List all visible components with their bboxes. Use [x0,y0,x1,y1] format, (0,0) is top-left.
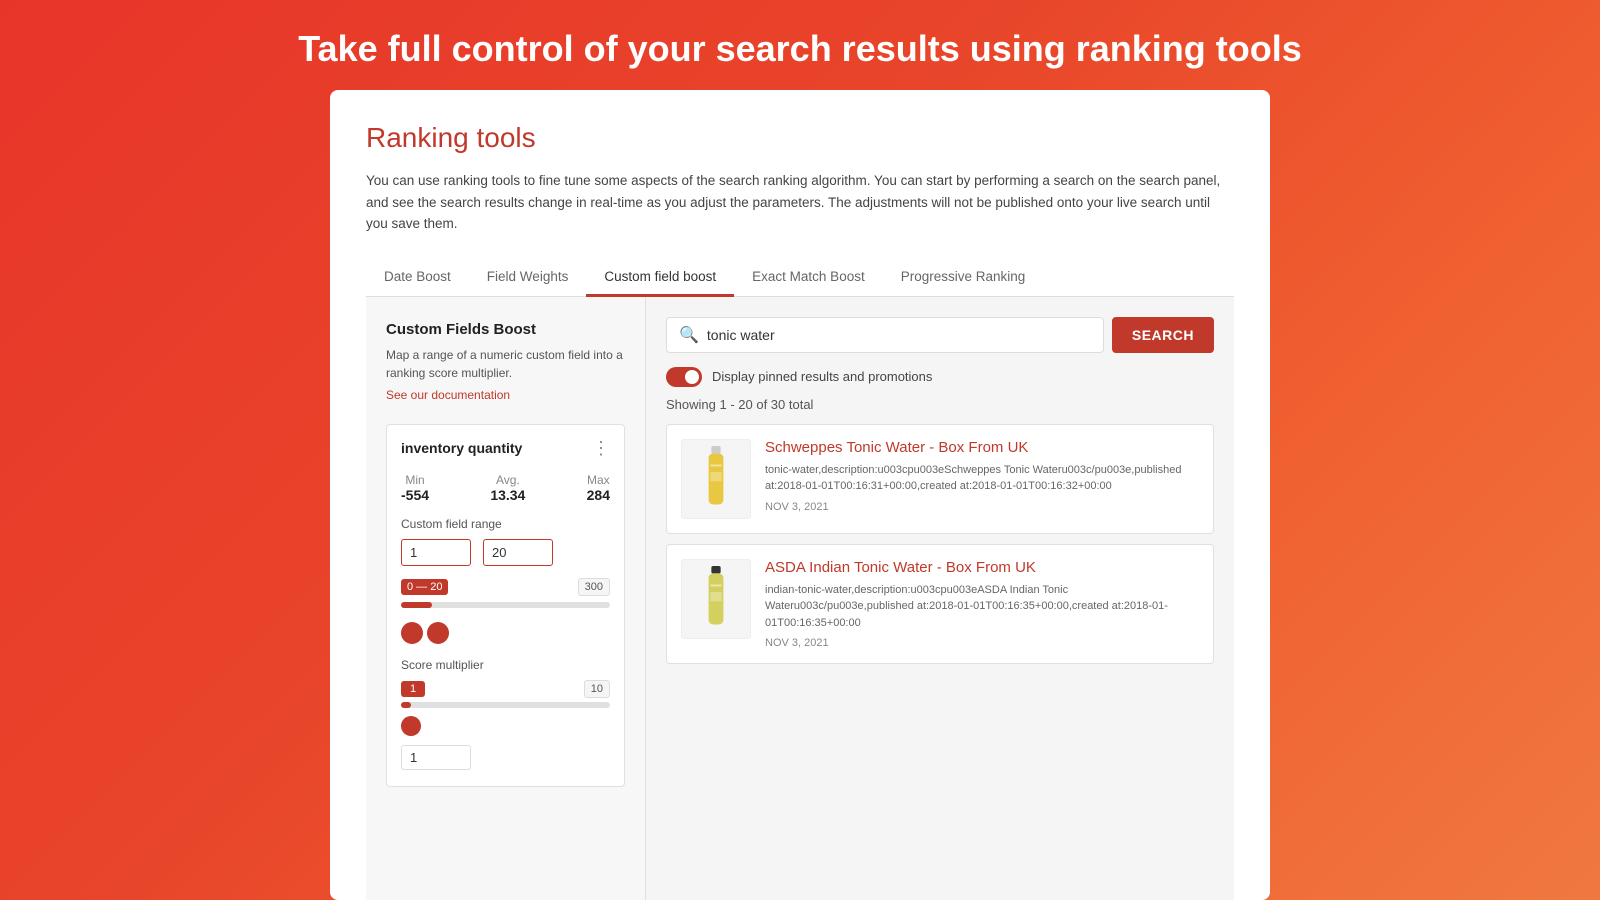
result-date: NOV 3, 2021 [765,501,1199,513]
multiplier-thumb[interactable] [401,716,421,736]
range-display: 0 — 20 300 [401,578,610,596]
result-content: ASDA Indian Tonic Water - Box From UK in… [765,559,1199,650]
range-label: Custom field range [401,517,610,531]
tabs-bar: Date Boost Field Weights Custom field bo… [366,259,1234,297]
stat-min-label: Min [401,473,429,487]
search-button[interactable]: SEARCH [1112,317,1214,353]
stat-avg: Avg. 13.34 [490,473,525,503]
result-image [681,439,751,519]
ranking-title: Ranking tools [366,122,1234,154]
slider-thumb-right[interactable] [427,622,449,644]
result-date: NOV 3, 2021 [765,637,1199,649]
multiplier-display: 1 10 [401,680,610,698]
range-from-input[interactable] [401,539,471,566]
pinned-results-toggle[interactable] [666,367,702,387]
toggle-row: Display pinned results and promotions [666,367,1214,387]
stat-avg-value: 13.34 [490,487,525,503]
result-meta: tonic-water,description:u003cpu003eSchwe… [765,462,1199,495]
tab-exact-match-boost[interactable]: Exact Match Boost [734,259,883,297]
toggle-label: Display pinned results and promotions [712,369,932,384]
page-headline: Take full control of your search results… [0,0,1600,90]
stat-max-value: 284 [587,487,610,503]
range-slider-track[interactable] [401,602,610,608]
multiplier-section: Score multiplier 1 10 [401,658,610,770]
bottle-icon [701,446,731,511]
multiplier-label: Score multiplier [401,658,610,672]
main-card: Ranking tools You can use ranking tools … [330,90,1270,900]
range-max-badge: 300 [578,578,610,596]
range-to-input[interactable] [483,539,553,566]
description: You can use ranking tools to fine tune s… [366,170,1234,235]
stats-row: Min -554 Avg. 13.34 Max 284 [401,473,610,503]
tab-custom-field-boost[interactable]: Custom field boost [586,259,734,297]
search-input[interactable] [707,327,1091,343]
panel-title: Custom Fields Boost [386,321,625,338]
bottle-icon [701,566,731,631]
multiplier-slider-fill [401,702,411,708]
result-meta: indian-tonic-water,description:u003cpu00… [765,582,1199,632]
field-card: inventory quantity ⋮ Min -554 Avg. 13.34… [386,424,625,787]
tab-progressive-ranking[interactable]: Progressive Ranking [883,259,1044,297]
multiplier-max: 10 [584,680,610,698]
range-slider-fill [401,602,432,608]
multiplier-value-input[interactable] [401,745,471,770]
field-menu-icon[interactable]: ⋮ [592,439,610,457]
search-bar: 🔍 SEARCH [666,317,1214,353]
content-area: Custom Fields Boost Map a range of a num… [366,297,1234,900]
right-panel: 🔍 SEARCH Display pinned results and prom… [646,297,1234,900]
slider-thumb-left[interactable] [401,622,423,644]
result-image [681,559,751,639]
left-panel: Custom Fields Boost Map a range of a num… [366,297,646,900]
result-card: ASDA Indian Tonic Water - Box From UK in… [666,544,1214,665]
multiplier-badge: 1 [401,681,425,697]
range-inputs [401,539,610,566]
range-badge: 0 — 20 [401,579,448,595]
stat-avg-label: Avg. [490,473,525,487]
panel-desc: Map a range of a numeric custom field in… [386,346,625,382]
stat-max-label: Max [587,473,610,487]
result-title[interactable]: ASDA Indian Tonic Water - Box From UK [765,559,1199,576]
result-card: Schweppes Tonic Water - Box From UK toni… [666,424,1214,534]
field-header: inventory quantity ⋮ [401,439,610,457]
field-name: inventory quantity [401,440,522,456]
doc-link[interactable]: See our documentation [386,388,510,402]
search-input-wrap: 🔍 [666,317,1104,353]
stat-min: Min -554 [401,473,429,503]
stat-max: Max 284 [587,473,610,503]
stat-min-value: -554 [401,487,429,503]
slider-thumbs [401,622,610,644]
result-title[interactable]: Schweppes Tonic Water - Box From UK [765,439,1199,456]
results-count: Showing 1 - 20 of 30 total [666,397,1214,412]
result-content: Schweppes Tonic Water - Box From UK toni… [765,439,1199,519]
search-icon: 🔍 [679,325,699,345]
tab-field-weights[interactable]: Field Weights [469,259,587,297]
multiplier-slider-track[interactable] [401,702,610,708]
tab-date-boost[interactable]: Date Boost [366,259,469,297]
